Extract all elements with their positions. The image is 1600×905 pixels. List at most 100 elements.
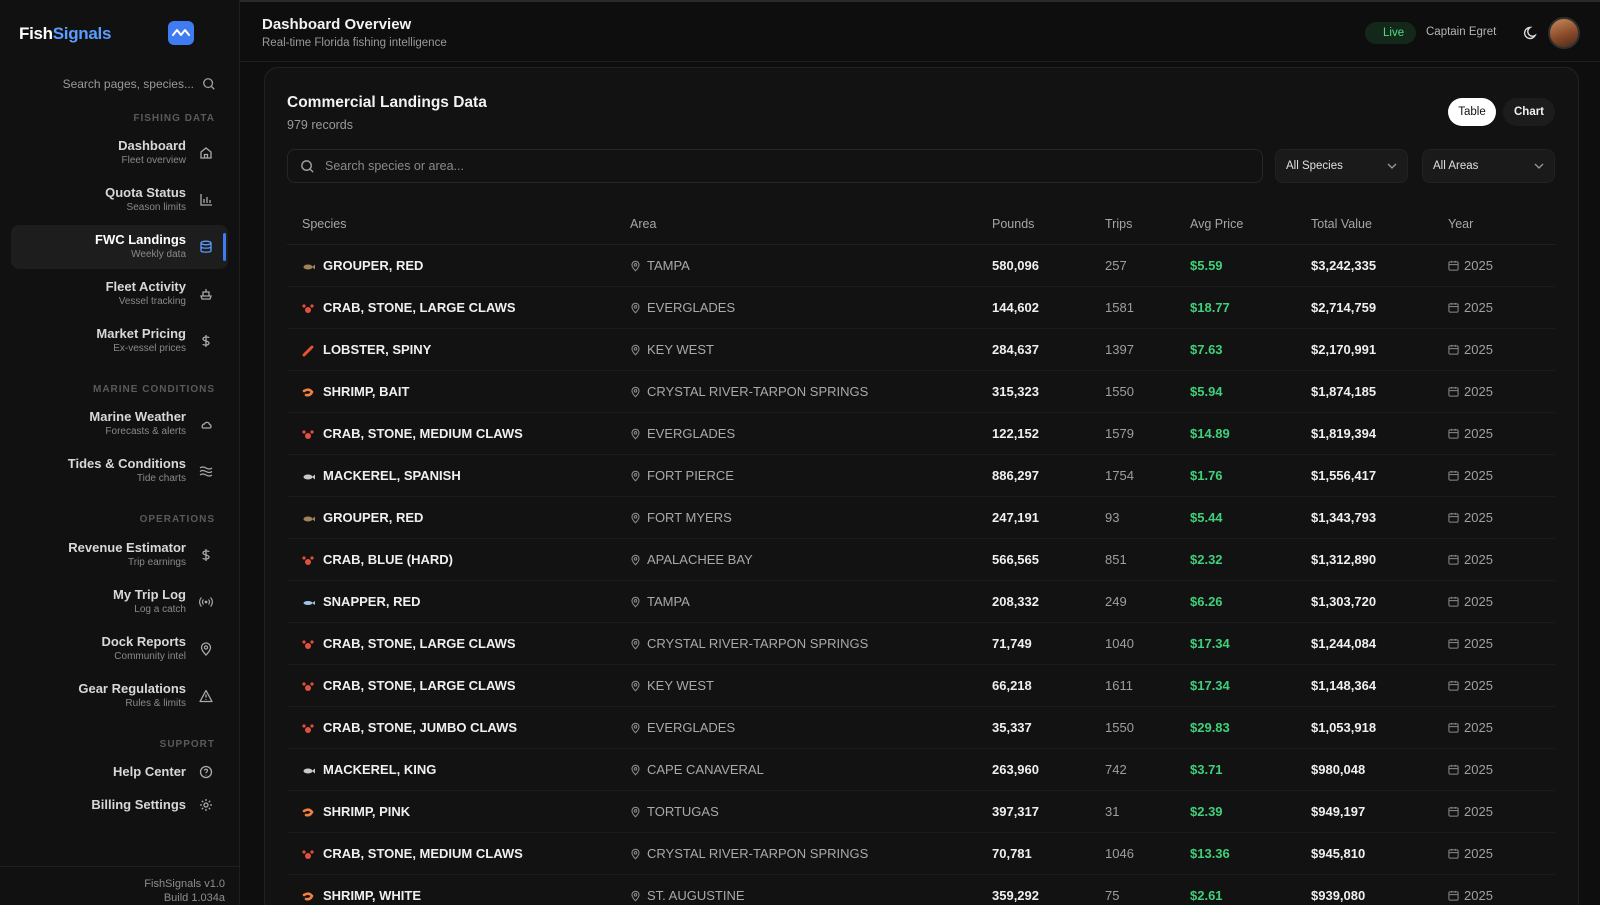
nav-title: Gear Regulations xyxy=(78,681,186,696)
avg-price-value: $2.61 xyxy=(1190,887,1223,903)
table-row[interactable]: SHRIMP, PINK TORTUGAS 397,317 31 $2.39 $… xyxy=(287,791,1555,833)
column-header-area[interactable]: Area xyxy=(630,217,992,231)
table-search[interactable] xyxy=(287,149,1263,183)
shrimp-icon xyxy=(302,806,314,818)
column-header-total-value[interactable]: Total Value xyxy=(1311,217,1448,231)
avg-price-value: $5.44 xyxy=(1190,509,1223,525)
sidebar-item-dashboard[interactable]: Dashboard Fleet overview xyxy=(11,131,228,175)
table-row[interactable]: CRAB, STONE, JUMBO CLAWS EVERGLADES 35,3… xyxy=(287,707,1555,749)
table-row[interactable]: CRAB, STONE, LARGE CLAWS CRYSTAL RIVER-T… xyxy=(287,623,1555,665)
species-name: SHRIMP, BAIT xyxy=(323,384,410,399)
sidebar-item-revenue-estimator[interactable]: Revenue Estimator Trip earnings xyxy=(11,533,228,577)
calendar-icon xyxy=(1448,554,1459,565)
total-value: $1,312,890 xyxy=(1311,551,1377,567)
sidebar-item-my-trip-log[interactable]: My Trip Log Log a catch xyxy=(11,580,228,624)
total-value: $949,197 xyxy=(1311,803,1366,819)
pounds-value: 284,637 xyxy=(992,341,1039,357)
table-view-button[interactable]: Table xyxy=(1448,98,1496,126)
area-name: TAMPA xyxy=(647,258,690,273)
sidebar-item-tides-conditions[interactable]: Tides & Conditions Tide charts xyxy=(11,449,228,493)
brand-logo-icon[interactable] xyxy=(168,21,194,45)
species-name: CRAB, STONE, MEDIUM CLAWS xyxy=(323,426,523,441)
table-row[interactable]: LOBSTER, SPINY KEY WEST 284,637 1397 $7.… xyxy=(287,329,1555,371)
pounds-value: 122,152 xyxy=(992,425,1039,441)
species-name: CRAB, BLUE (HARD) xyxy=(323,552,453,567)
search-input[interactable] xyxy=(325,159,1225,173)
column-header-year[interactable]: Year xyxy=(1448,217,1555,231)
avg-price-value: $18.77 xyxy=(1190,299,1230,315)
user-name[interactable]: Captain Egret xyxy=(1426,26,1496,38)
sidebar-item-market-pricing[interactable]: Market Pricing Ex-vessel prices xyxy=(11,319,228,363)
brand-logo-text[interactable]: FishSignals xyxy=(19,24,111,44)
calendar-icon xyxy=(1448,260,1459,271)
sidebar-item-marine-weather[interactable]: Marine Weather Forecasts & alerts xyxy=(11,402,228,446)
sidebar-search[interactable]: Search pages, species... xyxy=(20,74,216,94)
year-value: 2025 xyxy=(1464,888,1493,903)
table-row[interactable]: SNAPPER, RED TAMPA 208,332 249 $6.26 $1,… xyxy=(287,581,1555,623)
sidebar-item-fwc-landings[interactable]: FWC Landings Weekly data xyxy=(11,225,228,269)
map-pin-icon xyxy=(198,641,214,657)
species-name: MACKEREL, SPANISH xyxy=(323,468,461,483)
avg-price-value: $17.34 xyxy=(1190,677,1230,693)
search-icon xyxy=(203,78,215,90)
calendar-icon xyxy=(1448,764,1459,775)
column-header-species[interactable]: Species xyxy=(287,217,630,231)
column-header-pounds[interactable]: Pounds xyxy=(992,217,1105,231)
sidebar-item-fleet-activity[interactable]: Fleet Activity Vessel tracking xyxy=(11,272,228,316)
nav-title: Tides & Conditions xyxy=(67,456,186,471)
total-value: $1,303,720 xyxy=(1311,593,1377,609)
total-value: $1,148,364 xyxy=(1311,677,1377,693)
area-filter-select[interactable]: All Areas xyxy=(1422,149,1555,183)
pounds-value: 315,323 xyxy=(992,383,1039,399)
section-label-operations: OPERATIONS xyxy=(139,514,215,525)
table-row[interactable]: MACKEREL, KING CAPE CANAVERAL 263,960 74… xyxy=(287,749,1555,791)
table-body: GROUPER, RED TAMPA 580,096 257 $5.59 $3,… xyxy=(287,245,1555,905)
table-row[interactable]: SHRIMP, WHITE ST. AUGUSTINE 359,292 75 $… xyxy=(287,875,1555,905)
area-name: ST. AUGUSTINE xyxy=(647,888,745,903)
species-filter-select[interactable]: All Species xyxy=(1275,149,1408,183)
sidebar-item-quota-status[interactable]: Quota Status Season limits xyxy=(11,178,228,222)
calendar-icon xyxy=(1448,848,1459,859)
map-pin-icon xyxy=(631,470,640,481)
table-row[interactable]: CRAB, STONE, LARGE CLAWS KEY WEST 66,218… xyxy=(287,665,1555,707)
table-row[interactable]: GROUPER, RED FORT MYERS 247,191 93 $5.44… xyxy=(287,497,1555,539)
table-row[interactable]: GROUPER, RED TAMPA 580,096 257 $5.59 $3,… xyxy=(287,245,1555,287)
calendar-icon xyxy=(1448,428,1459,439)
sidebar-item-gear-regulations[interactable]: Gear Regulations Rules & limits xyxy=(11,674,228,718)
nav-sub: Trip earnings xyxy=(128,557,186,568)
trips-value: 31 xyxy=(1105,803,1120,819)
chart-view-button[interactable]: Chart xyxy=(1503,98,1555,126)
species-name: MACKEREL, KING xyxy=(323,762,437,777)
table-row[interactable]: MACKEREL, SPANISH FORT PIERCE 886,297 17… xyxy=(287,455,1555,497)
table-row[interactable]: CRAB, BLUE (HARD) APALACHEE BAY 566,565 … xyxy=(287,539,1555,581)
table-row[interactable]: CRAB, STONE, MEDIUM CLAWS CRYSTAL RIVER-… xyxy=(287,833,1555,875)
pounds-value: 35,337 xyxy=(992,719,1032,735)
table-row[interactable]: SHRIMP, BAIT CRYSTAL RIVER-TARPON SPRING… xyxy=(287,371,1555,413)
calendar-icon xyxy=(1448,386,1459,397)
year-value: 2025 xyxy=(1464,510,1493,525)
nav-title: Billing Settings xyxy=(91,797,186,812)
total-value: $2,714,759 xyxy=(1311,299,1377,315)
total-value: $3,242,335 xyxy=(1311,257,1377,273)
table-row[interactable]: CRAB, STONE, MEDIUM CLAWS EVERGLADES 122… xyxy=(287,413,1555,455)
total-value: $1,053,918 xyxy=(1311,719,1377,735)
nav-title: Marine Weather xyxy=(89,409,186,424)
table-row[interactable]: CRAB, STONE, LARGE CLAWS EVERGLADES 144,… xyxy=(287,287,1555,329)
moon-icon[interactable] xyxy=(1522,24,1540,42)
sidebar-item-billing-settings[interactable]: Billing Settings xyxy=(11,791,228,819)
column-header-avg-price[interactable]: Avg Price xyxy=(1190,217,1311,231)
sidebar-item-dock-reports[interactable]: Dock Reports Community intel xyxy=(11,627,228,671)
section-label-support: SUPPORT xyxy=(159,739,215,750)
column-header-trips[interactable]: Trips xyxy=(1105,217,1190,231)
year-value: 2025 xyxy=(1464,846,1493,861)
year-value: 2025 xyxy=(1464,552,1493,567)
avatar[interactable] xyxy=(1548,17,1580,49)
sidebar-item-help-center[interactable]: Help Center xyxy=(11,758,228,786)
nav-sub: Community intel xyxy=(114,651,186,662)
calendar-icon xyxy=(1448,806,1459,817)
crab-icon xyxy=(302,554,314,566)
pounds-value: 66,218 xyxy=(992,677,1032,693)
year-value: 2025 xyxy=(1464,678,1493,693)
trips-value: 249 xyxy=(1105,593,1127,609)
landings-table: Species Area Pounds Trips Avg Price Tota… xyxy=(287,203,1555,905)
